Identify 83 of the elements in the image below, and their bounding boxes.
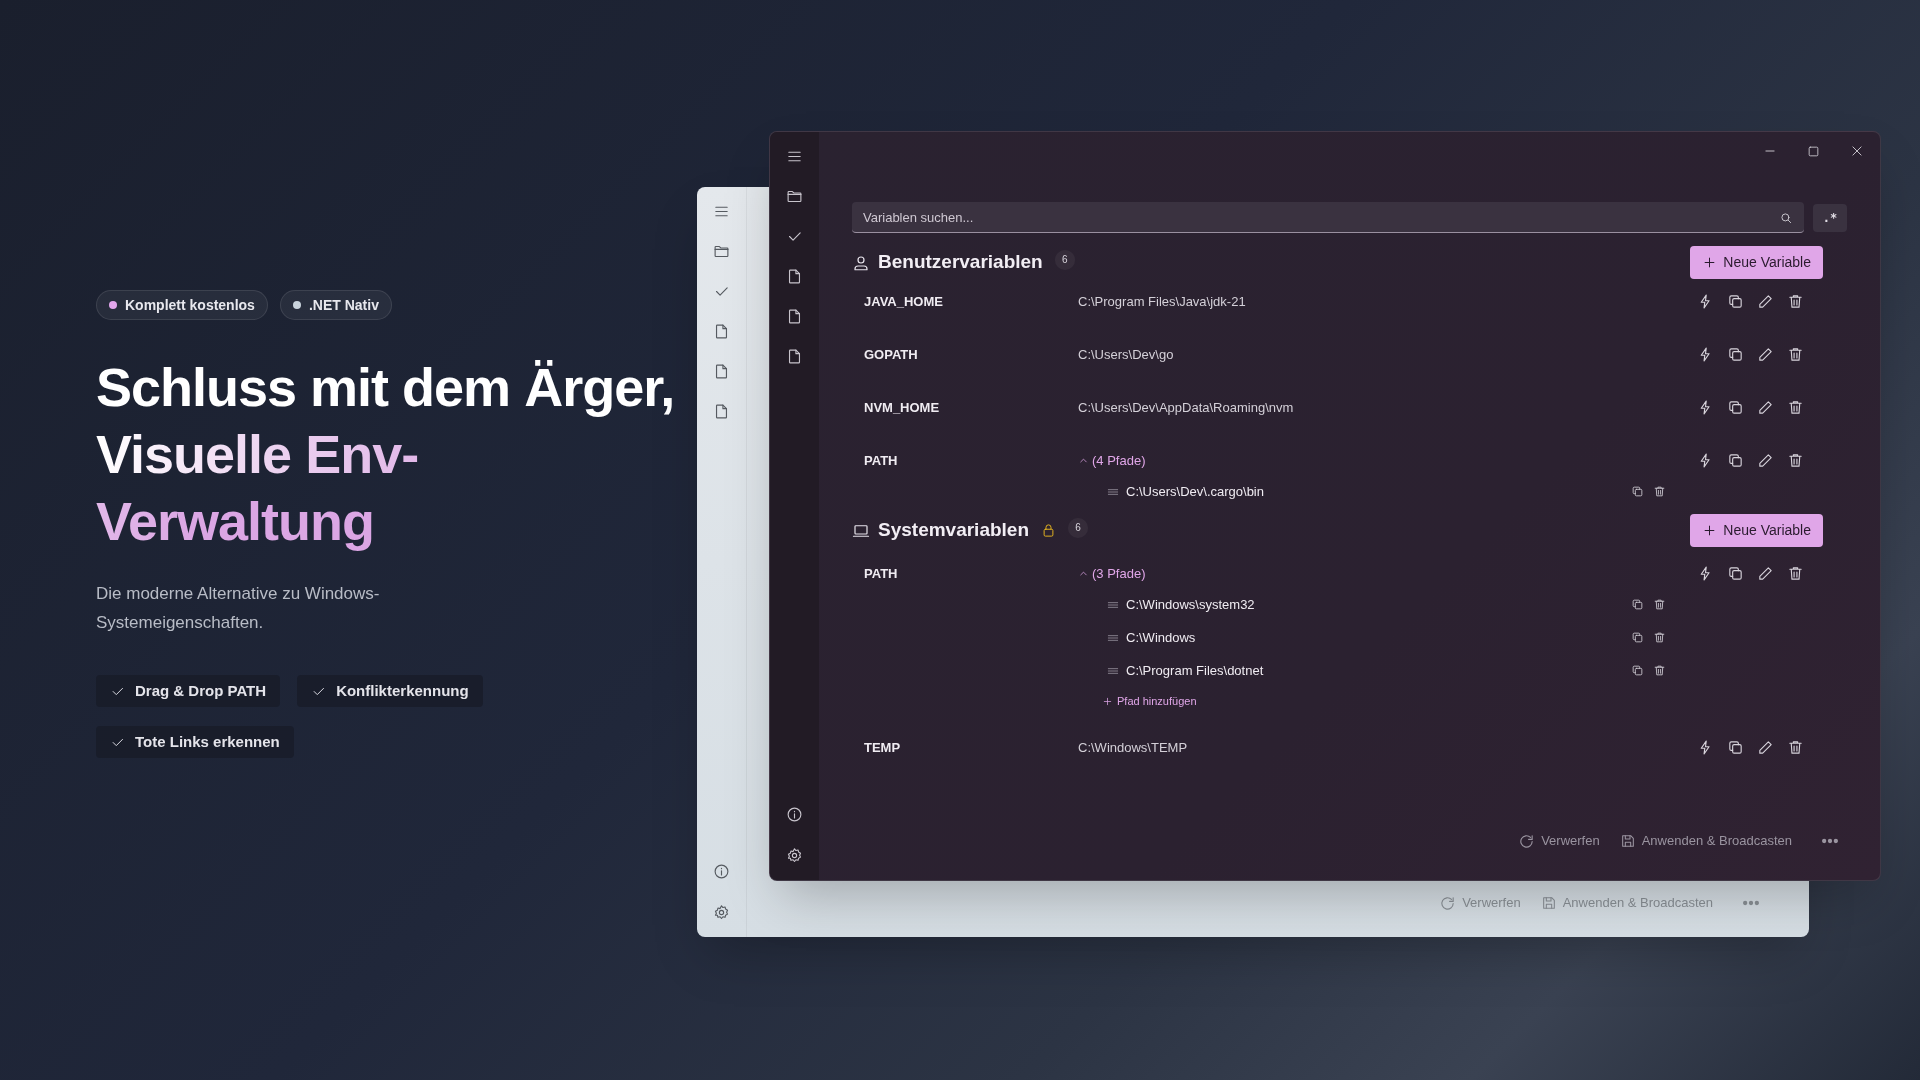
variable-name: PATH [864,564,899,583]
delete-icon[interactable] [1653,598,1666,611]
count-badge: 6 [1068,517,1089,538]
variable-value: C:\Windows\TEMP [1078,738,1188,757]
close-icon[interactable] [1850,144,1864,158]
edit-icon[interactable] [1757,565,1774,582]
count-badge: 6 [1054,249,1075,270]
copy-icon[interactable] [1727,565,1744,582]
delete-icon[interactable] [1653,664,1666,677]
copy-icon[interactable] [1631,598,1644,611]
variable-name: JAVA_HOME [864,292,944,311]
save-icon [1540,895,1557,911]
headline: Schluss mit dem Ärger, Visuelle Env-Verwaltung [96,356,676,553]
save-icon [1619,833,1636,849]
delete-icon[interactable] [1787,293,1804,310]
plus-icon [1102,695,1113,707]
path-entry: C:\Users\Dev\.cargo\bin [1126,482,1264,501]
section-title: Benutzervariablen [878,250,1043,275]
file-icon[interactable] [713,403,730,420]
copy-icon[interactable] [1727,739,1744,756]
edit-icon[interactable] [1757,739,1774,756]
settings-icon[interactable] [786,847,803,864]
delete-icon[interactable] [1653,485,1666,498]
file-icon[interactable] [713,363,730,380]
copy-icon[interactable] [1727,399,1744,416]
folder-icon[interactable] [786,188,803,205]
file-icon[interactable] [786,348,803,365]
path-entry: C:\Program Files\dotnet [1126,661,1264,680]
copy-icon[interactable] [1631,485,1644,498]
subtitle: Die moderne Alternative zu Windows-Systemeigenschaften. [96,583,381,634]
variable-name: PATH [864,451,899,470]
settings-icon[interactable] [713,904,730,921]
expand-toggle[interactable]: (3 Pfade) [1078,563,1146,584]
copy-icon[interactable] [1727,293,1744,310]
file-icon[interactable] [713,323,730,340]
search-field[interactable]: Variablen suchen... [852,202,1804,233]
variable-name: TEMP [864,738,902,757]
section-title: Systemvariablen [878,518,1030,543]
copy-icon[interactable] [1727,452,1744,469]
copy-icon[interactable] [1631,664,1644,677]
folder-icon[interactable] [713,243,730,260]
feature-label: Drag & Drop PATH [135,680,267,701]
delete-icon[interactable] [1787,565,1804,582]
tag-label: Komplett kostenlos [125,295,255,315]
path-entry: C:\Windows\system32 [1126,595,1255,614]
new-variable-button[interactable]: Neue Variable [1690,246,1823,279]
plus-icon [1702,523,1718,538]
apply-button[interactable]: Anwenden & Broadcasten [1619,831,1792,851]
copy-icon[interactable] [1631,631,1644,644]
user-icon [852,253,870,272]
copy-icon[interactable] [1727,346,1744,363]
edit-icon[interactable] [1757,293,1774,310]
delete-icon[interactable] [1787,452,1804,469]
path-entry: C:\Windows [1126,628,1196,647]
edit-icon[interactable] [1757,452,1774,469]
expand-toggle[interactable]: (4 Pfade) [1078,450,1146,471]
info-icon[interactable] [713,863,730,880]
delete-icon[interactable] [1787,399,1804,416]
refresh-icon [1518,832,1536,850]
feature-label: Konflikterkennung [336,680,469,701]
search-icon [1779,211,1793,225]
delete-icon[interactable] [1787,346,1804,363]
regex-toggle-button[interactable]: .* [1813,203,1847,232]
delete-icon[interactable] [1787,739,1804,756]
info-icon[interactable] [786,806,803,823]
edit-icon[interactable] [1757,346,1774,363]
variable-value: C:\Users\Dev\AppData\Roaming\nvm [1078,398,1294,417]
variable-value: C:\Users\Dev\go [1078,345,1174,364]
file-icon[interactable] [786,268,803,285]
new-variable-button[interactable]: Neue Variable [1690,514,1823,547]
edit-icon[interactable] [1757,399,1774,416]
plus-icon [1702,255,1718,270]
variable-name: GOPATH [864,345,919,364]
tag-label: .NET Nativ [308,295,379,315]
variable-value: C:\Program Files\Java\jdk-21 [1078,292,1246,311]
file-icon[interactable] [786,308,803,325]
feature-label: Tote Links erkennen [135,731,280,752]
delete-icon[interactable] [1653,631,1666,644]
variable-name: NVM_HOME [864,398,941,417]
maximize-icon[interactable] [1807,144,1820,158]
discard-button[interactable]: Verwerfen [1518,831,1600,851]
refresh-icon [1439,894,1457,912]
add-path-link[interactable]: Pfad hinzufügen [1102,687,1847,715]
